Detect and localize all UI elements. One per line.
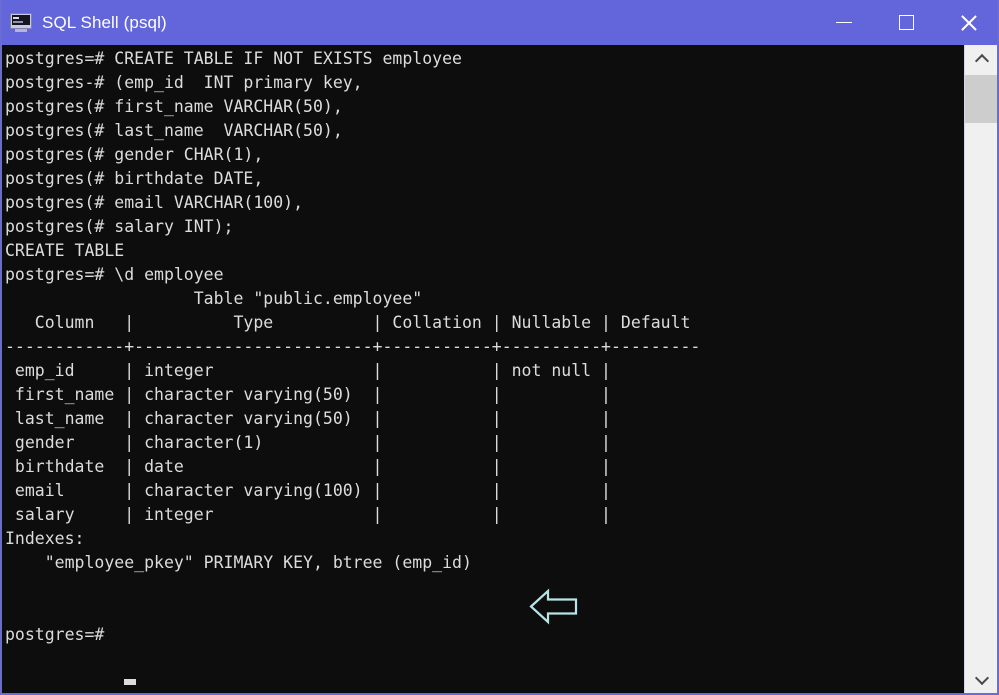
terminal-text: postgres=# CREATE TABLE IF NOT EXISTS em… xyxy=(5,47,700,647)
close-icon xyxy=(958,13,978,33)
terminal-cursor xyxy=(124,679,136,685)
vertical-scrollbar[interactable] xyxy=(964,45,997,693)
terminal-output-area[interactable]: postgres=# CREATE TABLE IF NOT EXISTS em… xyxy=(2,45,964,693)
highlight-arrow-icon xyxy=(529,588,579,625)
sql-shell-window: SQL Shell (psql) postgres=# CREATE TABLE… xyxy=(0,0,999,695)
maximize-icon xyxy=(899,15,914,30)
console-monitor-icon xyxy=(10,13,32,33)
close-button[interactable] xyxy=(937,0,999,45)
scrollbar-up-button[interactable] xyxy=(965,45,998,73)
minimize-button[interactable] xyxy=(813,0,875,45)
scrollbar-down-button[interactable] xyxy=(965,665,998,693)
chevron-down-icon xyxy=(976,673,988,685)
window-titlebar[interactable]: SQL Shell (psql) xyxy=(0,0,999,45)
maximize-button[interactable] xyxy=(875,0,937,45)
scrollbar-thumb[interactable] xyxy=(965,75,998,123)
window-controls xyxy=(813,0,999,45)
window-title: SQL Shell (psql) xyxy=(42,13,167,33)
scrollbar-track[interactable] xyxy=(965,73,998,665)
minimize-icon xyxy=(836,22,852,24)
chevron-up-icon xyxy=(976,53,988,65)
